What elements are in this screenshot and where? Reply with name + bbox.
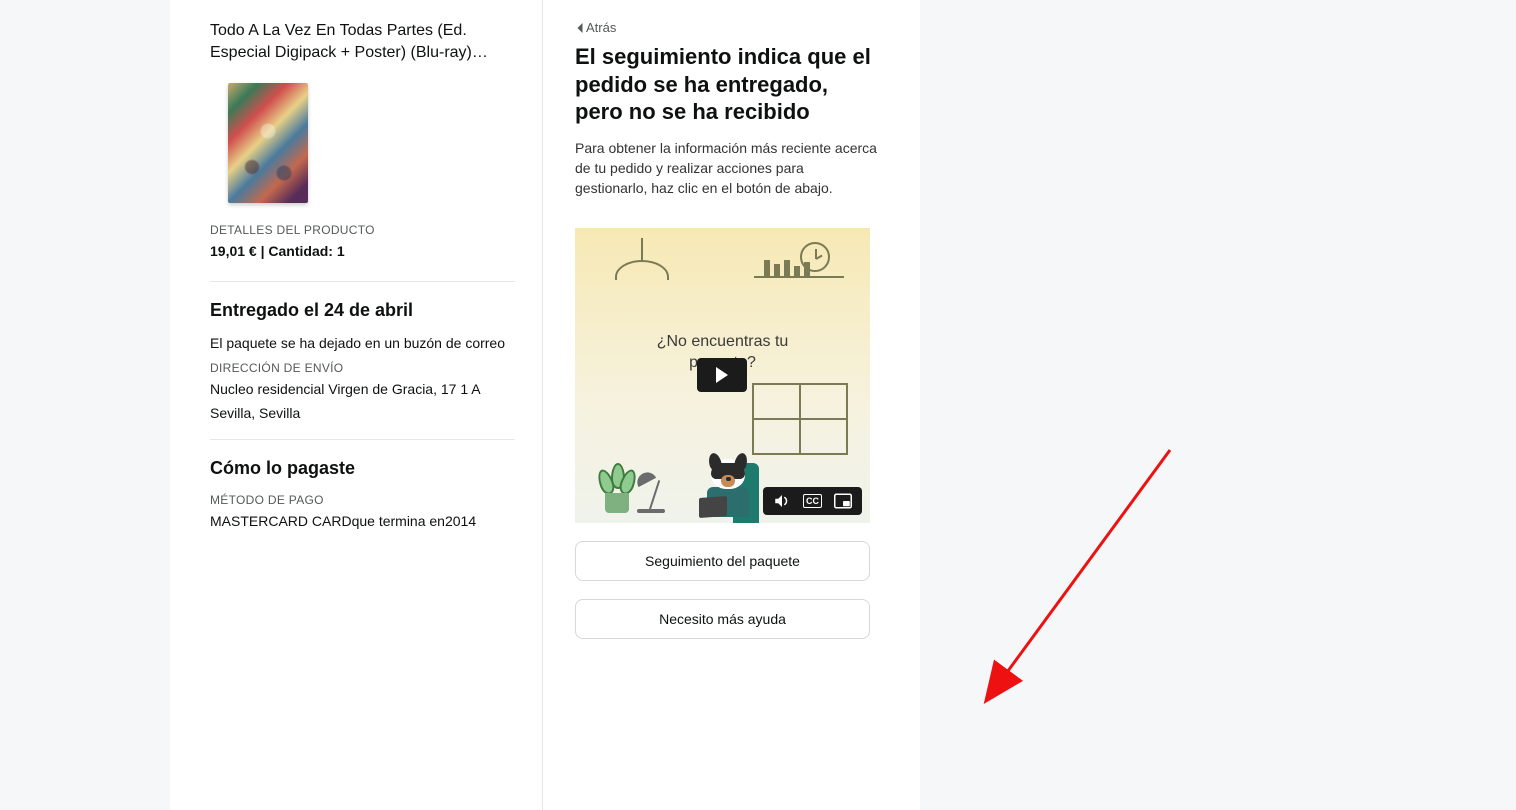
product-image xyxy=(228,83,308,203)
order-details-column: Todo A La Vez En Todas Partes (Ed. Espec… xyxy=(170,0,545,810)
order-help-card: Todo A La Vez En Todas Partes (Ed. Espec… xyxy=(170,0,920,810)
chevron-left-icon xyxy=(575,22,584,34)
captions-icon[interactable]: CC xyxy=(803,494,822,508)
back-link[interactable]: Atrás xyxy=(575,20,616,35)
price-quantity: 19,01 € | Cantidad: 1 xyxy=(210,243,515,259)
shelf-icon xyxy=(754,276,844,278)
product-title: Todo A La Vez En Todas Partes (Ed. Espec… xyxy=(210,20,515,65)
separator xyxy=(210,439,515,440)
need-more-help-button[interactable]: Necesito más ayuda xyxy=(575,599,870,639)
pip-icon[interactable] xyxy=(834,493,852,509)
lamp-icon xyxy=(615,238,669,298)
desk-lamp-icon xyxy=(633,463,673,513)
delivery-status: El paquete se ha dejado en un buzón de c… xyxy=(210,335,515,351)
shipping-address-label: DIRECCIÓN DE ENVÍO xyxy=(210,361,515,375)
delivery-heading: Entregado el 24 de abril xyxy=(210,300,515,321)
payment-heading: Cómo lo pagaste xyxy=(210,458,515,479)
play-button[interactable] xyxy=(697,358,747,392)
volume-icon[interactable] xyxy=(773,493,791,509)
track-package-button[interactable]: Seguimiento del paquete xyxy=(575,541,870,581)
window-icon xyxy=(752,383,848,455)
plant-icon xyxy=(597,443,637,513)
help-title: El seguimiento indica que el pedido se h… xyxy=(575,43,880,126)
video-controls[interactable]: CC xyxy=(763,487,862,515)
address-line-2: Sevilla, Sevilla xyxy=(210,405,515,421)
back-label: Atrás xyxy=(586,20,616,35)
separator xyxy=(210,281,515,282)
column-divider xyxy=(542,0,543,810)
payment-method-value: MASTERCARD CARDque termina en2014 xyxy=(210,513,515,529)
help-column: Atrás El seguimiento indica que el pedid… xyxy=(545,0,920,810)
help-video[interactable]: ¿No encuentras tu paquete? CC xyxy=(575,228,870,523)
dog-illustration xyxy=(693,447,763,517)
product-details-label: DETALLES DEL PRODUCTO xyxy=(210,223,515,237)
address-line-1: Nucleo residencial Virgen de Gracia, 17 … xyxy=(210,381,515,397)
payment-method-label: MÉTODO DE PAGO xyxy=(210,493,515,507)
help-body: Para obtener la información más reciente… xyxy=(575,138,880,199)
